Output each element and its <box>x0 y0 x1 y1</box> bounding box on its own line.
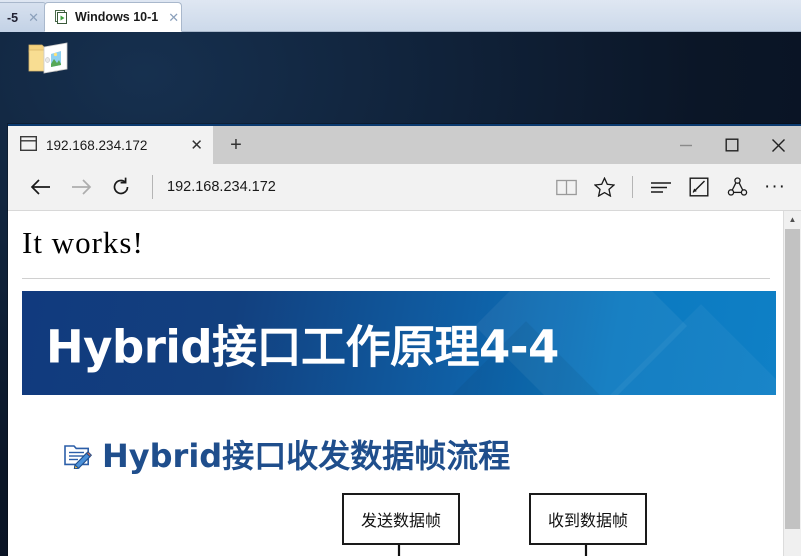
back-button[interactable] <box>22 168 60 206</box>
vmware-tab-windows-10-1[interactable]: Windows 10-1 ✕ <box>44 2 182 32</box>
nav-divider <box>152 175 153 199</box>
vmware-tab-strip: -5 ✕ Windows 10-1 ✕ <box>0 0 801 32</box>
hub-icon[interactable] <box>643 168 679 206</box>
windows-desktop: 192.168.234.172 ✕ + 192.168.234.172 ··· … <box>0 32 801 556</box>
banner-title: Hybrid接口工作原理4-4 <box>46 320 559 374</box>
vmware-tab-inactive[interactable]: -5 ✕ <box>0 2 46 32</box>
page-viewport: It works! Hybrid接口工作原理4-4 Hybrid接口收发数据帧流… <box>8 210 801 556</box>
vmware-tab-close-icon[interactable]: ✕ <box>164 11 179 24</box>
section-title: Hybrid接口收发数据帧流程 <box>102 437 511 475</box>
vmware-tab-label: Windows 10-1 <box>75 10 159 24</box>
vmware-tab-label: -5 <box>6 10 19 25</box>
page-icon <box>19 135 38 154</box>
browser-nav-bar: 192.168.234.172 ··· <box>8 164 801 210</box>
close-button[interactable] <box>755 126 801 164</box>
flow-box-receive: 收到数据帧 <box>529 493 647 545</box>
note-edit-icon <box>62 439 93 470</box>
new-tab-button[interactable]: + <box>213 126 259 164</box>
address-bar[interactable]: 192.168.234.172 <box>167 179 546 195</box>
forward-button[interactable] <box>62 168 100 206</box>
share-icon[interactable] <box>719 168 755 206</box>
reading-view-icon[interactable] <box>548 168 584 206</box>
scroll-up-button[interactable]: ▲ <box>784 211 801 228</box>
desktop-folder-shortcut[interactable] <box>18 38 78 84</box>
flow-box-send: 发送数据帧 <box>342 493 460 545</box>
flow-diagram: 发送数据帧 收到数据帧 <box>8 493 784 556</box>
vm-machine-icon <box>53 9 69 25</box>
more-options-button[interactable]: ··· <box>757 168 793 206</box>
page-divider <box>22 278 770 279</box>
maximize-button[interactable] <box>709 126 755 164</box>
slide-banner: Hybrid接口工作原理4-4 <box>22 291 776 395</box>
web-note-icon[interactable] <box>681 168 717 206</box>
browser-tab[interactable]: 192.168.234.172 ✕ <box>8 126 213 164</box>
vmware-tab-close-icon[interactable]: ✕ <box>24 11 39 24</box>
browser-tab-title: 192.168.234.172 <box>46 137 148 153</box>
toolbar-divider <box>632 176 633 198</box>
page-heading: It works! <box>22 225 144 260</box>
scrollbar-thumb[interactable] <box>785 229 800 529</box>
minimize-button[interactable] <box>663 126 709 164</box>
edge-browser-window: 192.168.234.172 ✕ + 192.168.234.172 ··· … <box>8 124 801 556</box>
browser-tab-row: 192.168.234.172 ✕ + <box>8 126 801 164</box>
page-scrollbar[interactable]: ▲ ▼ <box>783 211 801 556</box>
folder-icon <box>28 42 68 74</box>
web-page-content: It works! Hybrid接口工作原理4-4 Hybrid接口收发数据帧流… <box>8 211 784 556</box>
browser-tab-close-icon[interactable]: ✕ <box>190 138 203 153</box>
screen: -5 ✕ Windows 10-1 ✕ 192.168.234.172 ✕ + … <box>0 0 801 556</box>
section-heading: Hybrid接口收发数据帧流程 <box>62 431 784 477</box>
refresh-button[interactable] <box>102 168 140 206</box>
favorites-star-icon[interactable] <box>586 168 622 206</box>
window-controls <box>663 126 801 164</box>
